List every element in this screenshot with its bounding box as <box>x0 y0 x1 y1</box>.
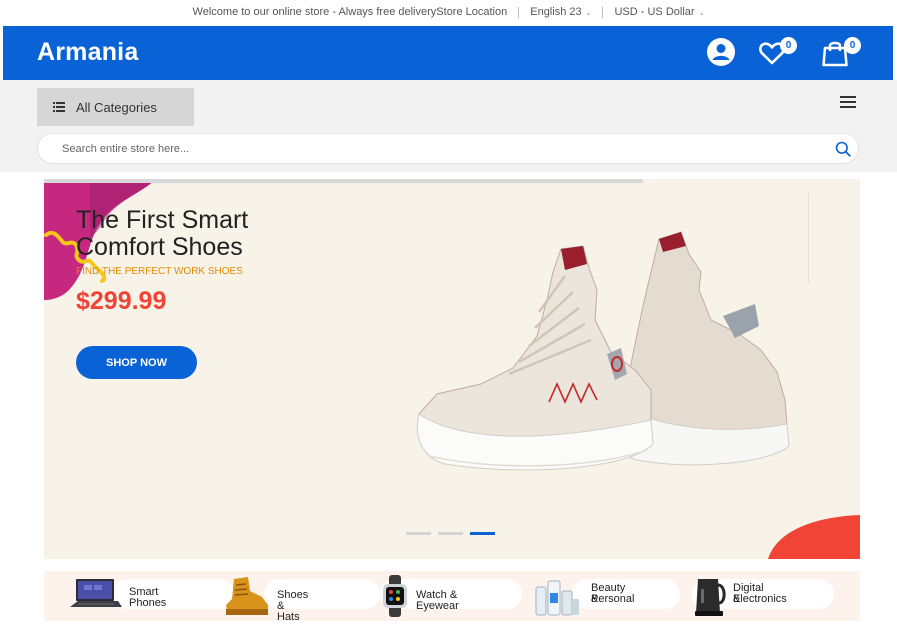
laptop-icon <box>70 579 122 607</box>
category-label: Shoes & Hats <box>277 589 309 623</box>
currency-label: USD - US Dollar <box>614 6 695 18</box>
language-dropdown[interactable]: English 23 ⌄ <box>530 6 591 18</box>
user-icon <box>707 38 735 66</box>
site-header: Armania 0 0 <box>3 26 893 80</box>
boot-icon <box>226 577 268 615</box>
shop-now-button[interactable]: SHOP NOW <box>76 346 197 379</box>
search-bar <box>37 133 859 164</box>
hamburger-icon[interactable] <box>840 96 856 108</box>
hero-slider[interactable]: The First Smart Comfort Shoes FIND THE P… <box>44 179 860 559</box>
cosmetics-icon <box>535 580 579 616</box>
smartwatch-icon <box>383 575 407 617</box>
list-icon <box>53 102 65 112</box>
all-categories-label: All Categories <box>76 99 157 115</box>
cart-count-badge: 0 <box>844 37 861 54</box>
banner-title-line1: The First Smart <box>76 206 249 234</box>
banner-subtitle: FIND THE PERFECT WORK SHOES <box>76 266 243 277</box>
category-label-line2: Electronics <box>733 593 787 605</box>
cart-button[interactable]: 0 <box>821 37 861 72</box>
kettle-icon <box>695 579 726 616</box>
account-button[interactable] <box>706 37 736 72</box>
slider-pagination <box>406 532 495 535</box>
slide-dot-active[interactable] <box>470 532 495 535</box>
divider <box>518 6 520 18</box>
chevron-down-icon: ⌄ <box>585 10 592 17</box>
wishlist-count-badge: 0 <box>780 37 797 54</box>
category-strip: Smart Phones Shoes & Hats Watch & Eyewea… <box>44 571 860 623</box>
store-location-link[interactable]: Store Location <box>436 6 507 18</box>
language-label: English 23 <box>530 6 582 18</box>
chevron-down-icon: ⌄ <box>698 10 705 17</box>
all-categories-button[interactable]: All Categories <box>37 88 194 126</box>
banner-title-line2: Comfort Shoes <box>76 233 243 261</box>
search-button[interactable] <box>835 141 851 162</box>
category-label: Smart Phones <box>129 586 167 609</box>
slide-dot[interactable] <box>438 532 463 535</box>
nav-bar: All Categories <box>0 80 897 172</box>
divider <box>602 6 604 18</box>
top-bar: Welcome to our online store - Always fre… <box>0 0 897 24</box>
progress-line <box>44 179 643 183</box>
category-label-line2: Personal <box>591 593 635 605</box>
category-label: Watch & Eyewear <box>416 589 459 612</box>
banner-title: The First Smart Comfort Shoes <box>76 207 316 261</box>
currency-dropdown[interactable]: USD - US Dollar ⌄ <box>614 6 704 18</box>
site-logo[interactable]: Armania <box>37 38 138 67</box>
sneaker-image <box>416 231 790 471</box>
search-input[interactable] <box>62 140 822 158</box>
search-icon <box>835 141 851 157</box>
welcome-text: Welcome to our online store - Always fre… <box>192 6 437 18</box>
banner-price: $299.99 <box>76 287 167 315</box>
wishlist-button[interactable]: 0 <box>758 37 797 71</box>
slide-dot[interactable] <box>406 532 431 535</box>
